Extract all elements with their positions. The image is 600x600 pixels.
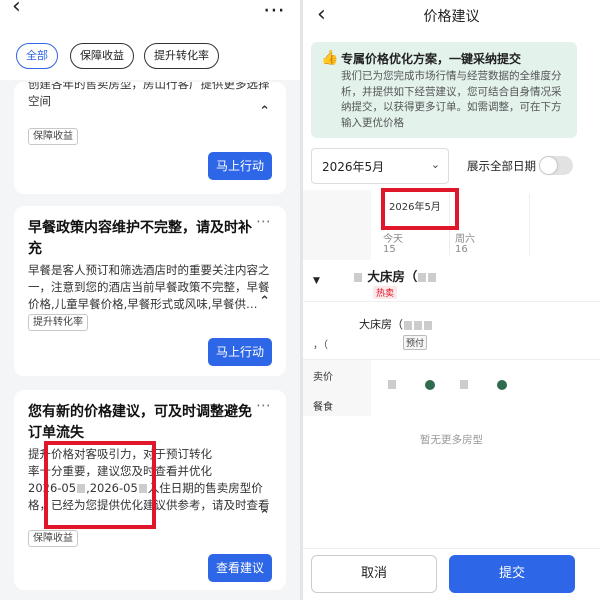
card-2-body: 早餐是客人预订和筛选酒店时的重要关注内容之一，注意到您的酒店当前早餐政策不完整，… xyxy=(28,263,270,311)
card-2-title: 早餐政策内容维护不完整，请及时补充 xyxy=(28,220,252,257)
more-dots-icon[interactable]: ⋯ xyxy=(263,0,286,23)
filter-chip-revenue[interactable]: 保障收益 xyxy=(70,43,134,69)
redacted-block xyxy=(418,273,427,282)
rate-plan-prefix: ，（ xyxy=(313,340,328,351)
redacted-block xyxy=(460,380,468,389)
card-2-tag: 提升转化率 xyxy=(28,314,88,331)
chevron-up-icon[interactable]: ⌃ xyxy=(259,294,270,309)
robot-icon xyxy=(425,379,435,390)
card-3-more-icon[interactable]: ⋯ xyxy=(256,396,272,414)
day-num-today: 15 xyxy=(383,244,396,255)
price-rows: 卖价 餐食 xyxy=(303,360,600,416)
no-more-rooms: 暂无更多房型 xyxy=(420,434,483,446)
prepay-badge: 预付 xyxy=(403,335,428,350)
day-label-today: 今天 xyxy=(383,234,403,245)
hot-badge: 热卖 xyxy=(373,286,398,299)
chevron-up-icon[interactable]: ⌃ xyxy=(259,508,270,523)
column-divider xyxy=(529,194,530,256)
filter-chip-row: 全部 保障收益 提升转化率 xyxy=(0,34,300,80)
footer-actions: 取消 提交 xyxy=(303,548,600,600)
highlight-box-month xyxy=(381,188,459,230)
rate-plan-name: 大床房（ xyxy=(359,316,433,332)
suggestion-card-2: 早餐政策内容维护不完整，请及时补充 ⋯ 早餐是客人预订和筛选酒店时的重要关注内容… xyxy=(14,206,286,376)
left-panel: ‹ ⋯ 全部 保障收益 提升转化率 创建各年的售卖房型，房山行客广提供更多选择空… xyxy=(0,0,300,600)
calendar-header-gutter xyxy=(303,190,371,260)
back-chevron-icon[interactable]: ‹ xyxy=(12,0,21,18)
card-2-more-icon[interactable]: ⋯ xyxy=(256,212,272,230)
redacted-block xyxy=(354,273,362,282)
card-1-action-button[interactable]: 马上行动 xyxy=(208,152,272,180)
room-name: 大床房（ xyxy=(353,266,437,285)
month-select[interactable]: 2026年5月 ⌄ xyxy=(311,148,449,184)
chevron-down-icon: ⌄ xyxy=(430,158,440,171)
advice-banner: 👍 专属价格优化方案，一键采纳提交 我们已为您完成市场行情与经营数据的全维度分析… xyxy=(311,42,577,138)
card-1-tag: 保障收益 xyxy=(28,128,78,145)
thumbs-up-icon: 👍 xyxy=(321,50,339,66)
caret-down-icon[interactable]: ▼ xyxy=(313,276,320,286)
suggestion-card-1: 创建各年的售卖房型，房山行客广提供更多选择空间 ⌃ 保障收益 马上行动 xyxy=(14,82,286,194)
banner-title: 专属价格优化方案，一键采纳提交 xyxy=(341,52,522,66)
price-cell-today[interactable] xyxy=(387,374,435,393)
redacted-block xyxy=(414,320,422,330)
day-num-sat: 16 xyxy=(455,244,468,255)
card-1-body: 创建各年的售卖房型，房山行客广提供更多选择空间 xyxy=(28,82,270,108)
card-3-tag: 保障收益 xyxy=(28,530,78,547)
card-2-action-button[interactable]: 马上行动 xyxy=(208,338,272,366)
view-suggestion-button[interactable]: 查看建议 xyxy=(208,554,272,582)
filter-chip-conversion[interactable]: 提升转化率 xyxy=(144,43,219,69)
filter-chip-all[interactable]: 全部 xyxy=(16,43,58,69)
submit-button[interactable]: 提交 xyxy=(449,555,575,593)
show-all-dates-toggle[interactable] xyxy=(539,156,573,175)
room-name-text: 大床房（ xyxy=(367,269,418,284)
day-label-sat: 周六 xyxy=(455,234,475,245)
room-row[interactable]: ▼ 大床房（ 热卖 xyxy=(303,264,600,302)
banner-body: 我们已为您完成市场行情与经营数据的全维度分析，并提供如下经营建议，您可结合自身情… xyxy=(341,70,562,129)
toggle-knob xyxy=(540,157,557,174)
robot-icon xyxy=(497,379,507,390)
month-select-value: 2026年5月 xyxy=(322,160,385,174)
page-title: 价格建议 xyxy=(423,9,480,25)
price-row-label: 卖价 xyxy=(313,372,333,383)
meal-row-label: 餐食 xyxy=(313,402,333,413)
redacted-block xyxy=(404,320,412,330)
right-panel: ‹ 价格建议 👍 专属价格优化方案，一键采纳提交 我们已为您完成市场行情与经营数… xyxy=(303,0,600,600)
redacted-block xyxy=(428,273,437,282)
rate-plan-row: 大床房（ ，（ 预付 xyxy=(303,308,600,360)
card-3-date-suffix: 入住日期的售卖房型价 xyxy=(147,481,263,495)
chevron-up-icon[interactable]: ⌃ xyxy=(259,104,270,119)
price-cell-sat[interactable] xyxy=(459,374,507,393)
redacted-block xyxy=(424,320,432,330)
cancel-button[interactable]: 取消 xyxy=(311,555,437,593)
highlight-box-dates xyxy=(44,441,156,529)
card-3-title: 您有新的价格建议，可及时调整避免订单流失 xyxy=(28,404,252,441)
show-all-dates-label: 展示全部日期 xyxy=(467,159,536,173)
left-top-bar: ‹ ⋯ xyxy=(0,0,300,34)
rate-plan-name-text: 大床房（ xyxy=(359,318,403,331)
redacted-block xyxy=(388,380,396,389)
